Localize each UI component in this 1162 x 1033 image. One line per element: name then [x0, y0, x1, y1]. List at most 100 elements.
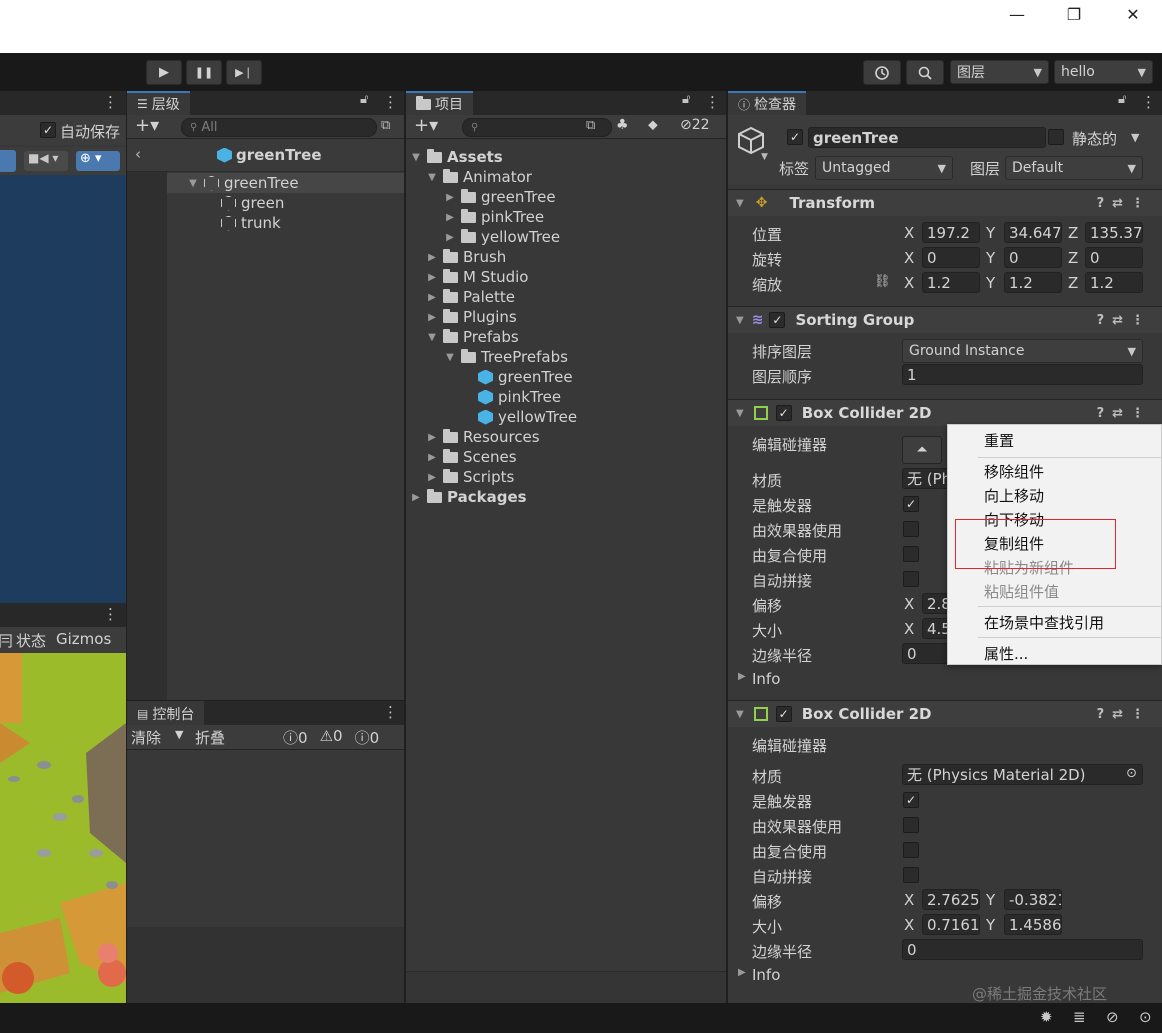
component-header-icons[interactable]: ?⇄⋮ — [1097, 707, 1152, 722]
scale-z-field[interactable]: 1.2 — [1085, 272, 1143, 293]
foldout-triangle-icon[interactable]: ▶ — [738, 671, 746, 682]
history-button[interactable] — [863, 60, 901, 85]
scale-x-field[interactable]: 1.2 — [922, 272, 980, 293]
box-collider-header[interactable]: ▼ ✓ Box Collider 2D ?⇄⋮ — [728, 700, 1162, 727]
pause-button[interactable]: ❚❚ — [186, 60, 222, 85]
layers-stack-icon[interactable]: ≣ — [1073, 1008, 1086, 1026]
expand-triangle-icon[interactable]: ▼ — [426, 332, 438, 343]
project-folder[interactable]: ▼ Assets — [410, 147, 503, 167]
rotation-x-field[interactable]: 0 — [922, 247, 980, 268]
foldout-triangle-icon[interactable]: ▶ — [738, 967, 746, 978]
project-folder[interactable]: ▼ Prefabs — [426, 327, 519, 347]
edge-radius-field[interactable]: 0 — [902, 643, 952, 664]
component-header-icons[interactable]: ?⇄⋮ — [1097, 196, 1152, 211]
active-checkbox[interactable]: ✓ — [787, 129, 803, 145]
expand-search-icon[interactable]: ⧉ — [381, 118, 390, 133]
tab-console[interactable]: ▤ 控制台 — [127, 701, 205, 725]
component-header-icons[interactable]: ?⇄⋮ — [1097, 406, 1152, 421]
project-folder[interactable]: ▶ Scripts — [426, 467, 514, 487]
expand-triangle-icon[interactable]: ▶ — [444, 192, 456, 203]
box-collider-header[interactable]: ▼ ✓ Box Collider 2D ?⇄⋮ — [728, 399, 1162, 426]
label-tag-icon[interactable]: ⬥ — [648, 117, 658, 133]
expand-triangle-icon[interactable]: ▼ — [444, 352, 456, 363]
object-picker-icon[interactable]: ⊙ — [1126, 766, 1137, 781]
expand-triangle-icon[interactable]: ▶ — [410, 492, 422, 503]
rotation-y-field[interactable]: 0 — [1004, 247, 1062, 268]
expand-search-icon[interactable]: ⧉ — [586, 118, 595, 133]
expand-triangle-icon[interactable]: ▶ — [426, 472, 438, 483]
is-trigger-checkbox[interactable]: ✓ — [903, 496, 919, 512]
material-field[interactable]: 无 (Physics Material 2D) ⊙ — [902, 764, 1143, 785]
project-folder[interactable]: ▼ Animator — [426, 167, 532, 187]
expand-triangle-icon[interactable]: ▶ — [426, 252, 438, 263]
auto-tiling-checkbox[interactable] — [903, 571, 919, 587]
scene-view-canvas[interactable] — [0, 175, 126, 603]
play-button[interactable]: ▶ — [146, 60, 182, 85]
foldout-triangle-icon[interactable]: ▼ — [736, 315, 744, 326]
hierarchy-item[interactable]: green — [221, 193, 284, 213]
error-count[interactable]: ⓘ0 — [355, 727, 380, 748]
filter-type-icon[interactable]: ♣ — [616, 117, 629, 133]
warning-count[interactable]: ⚠0 — [320, 727, 343, 748]
used-by-effector-checkbox[interactable] — [903, 817, 919, 833]
transform-header[interactable]: ▼ ✥ Transform ?⇄⋮ — [728, 189, 1162, 216]
hierarchy-item[interactable]: trunk — [221, 213, 281, 233]
expand-triangle-icon[interactable]: ▶ — [444, 232, 456, 243]
debug-mode-icon[interactable]: ⊘ — [1106, 1008, 1119, 1026]
expand-triangle-icon[interactable]: ▼ — [426, 172, 438, 183]
search-button[interactable] — [906, 60, 944, 85]
scene-tool-button[interactable] — [0, 150, 16, 172]
component-enabled-checkbox[interactable]: ✓ — [775, 405, 792, 421]
hierarchy-search-input[interactable]: ⚲ All — [181, 118, 377, 137]
info-foldout-label[interactable]: Info — [752, 670, 780, 688]
project-folder[interactable]: ▶ Scenes — [426, 447, 516, 467]
check-circle-icon[interactable]: ⊙ — [1139, 1008, 1152, 1026]
icon-chevron-icon[interactable]: ▼ — [761, 152, 768, 162]
step-button[interactable]: ▶❘ — [226, 60, 262, 85]
edge-radius-field[interactable]: 0 — [902, 939, 1143, 960]
auto-tiling-checkbox[interactable] — [903, 867, 919, 883]
object-name-field[interactable]: greenTree — [808, 127, 1046, 148]
expand-triangle-icon[interactable]: ▶ — [426, 292, 438, 303]
state-tab[interactable]: 状态 — [16, 630, 46, 651]
more-options-icon[interactable]: ⋮ — [383, 93, 398, 111]
component-enabled-checkbox[interactable]: ✓ — [769, 312, 786, 328]
project-folder[interactable]: ▼ TreePrefabs — [444, 347, 568, 367]
project-folder[interactable]: ▶ pinkTree — [444, 207, 544, 227]
clear-options-chevron-icon[interactable]: ▼ — [175, 728, 183, 741]
project-folder[interactable]: ▶ Brush — [426, 247, 506, 267]
more-options-icon[interactable]: ⋮ — [383, 703, 398, 721]
lock-icon[interactable]: 🔓︎ — [682, 92, 690, 107]
more-options-icon[interactable]: ⋮ — [705, 93, 720, 111]
constrain-proportions-icon[interactable]: ⛓ — [874, 274, 891, 289]
maximize-icon[interactable]: ❐ — [1045, 0, 1103, 28]
more-options-icon[interactable]: ⋮ — [103, 605, 118, 623]
layout-dropdown[interactable]: hello ▼ — [1054, 60, 1153, 84]
project-folder[interactable]: ▶ yellowTree — [444, 227, 560, 247]
project-folder[interactable]: ▶ greenTree — [444, 187, 555, 207]
project-folder[interactable]: ▶ Packages — [410, 487, 526, 507]
back-chevron-icon[interactable]: ‹ — [135, 145, 141, 163]
offset-y-field[interactable]: -0.3821 — [1004, 889, 1062, 910]
camera-dropdown[interactable]: ■◀ ▾ — [24, 151, 68, 171]
menu-item-move-up[interactable]: 向上移动 — [984, 485, 1044, 506]
edit-collider-button[interactable]: ⏶ — [902, 436, 942, 464]
component-enabled-checkbox[interactable]: ✓ — [775, 706, 792, 722]
create-icon[interactable]: +▾ — [414, 115, 438, 136]
expand-triangle-icon[interactable]: ▶ — [444, 212, 456, 223]
size-y-field[interactable]: 1.4586 — [1004, 914, 1062, 935]
project-folder[interactable]: ▶ Palette — [426, 287, 515, 307]
used-by-composite-checkbox[interactable] — [903, 842, 919, 858]
gizmos-button[interactable]: Gizmos — [56, 630, 111, 648]
expand-triangle-icon[interactable]: ▶ — [426, 312, 438, 323]
foldout-triangle-icon[interactable]: ▼ — [736, 198, 744, 209]
used-by-composite-checkbox[interactable] — [903, 546, 919, 562]
minimize-icon[interactable]: — — [988, 0, 1046, 28]
expand-triangle-icon[interactable]: ▼ — [410, 152, 422, 163]
info-count[interactable]: ⓘ0 — [283, 727, 308, 748]
layer-dropdown[interactable]: Default ▼ — [1005, 156, 1143, 180]
close-icon[interactable]: ✕ — [1104, 0, 1162, 28]
position-z-field[interactable]: 135.37 — [1085, 222, 1143, 243]
project-prefab[interactable]: yellowTree — [478, 407, 577, 427]
order-in-layer-field[interactable]: 1 — [902, 364, 1143, 385]
